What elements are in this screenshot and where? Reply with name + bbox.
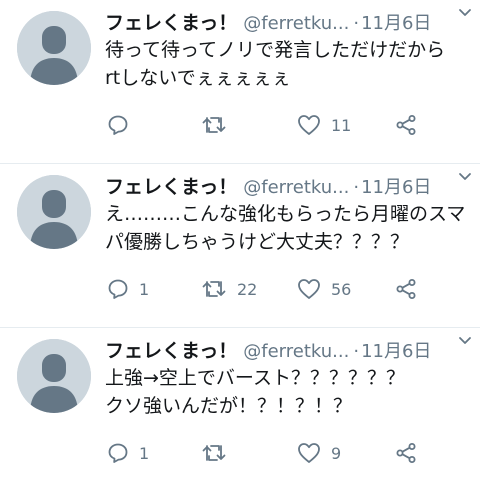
default-profile-avatar <box>17 339 91 413</box>
tweet-text-line: パ優勝しちゃうけど大丈夫？？？？ <box>105 231 410 253</box>
avatar[interactable] <box>17 11 91 85</box>
reply-button[interactable] <box>107 110 139 140</box>
display-name[interactable]: フェレくまっ！ <box>105 176 237 198</box>
separator-dot: · <box>353 13 360 34</box>
share-icon <box>396 115 416 135</box>
share-button[interactable] <box>395 438 417 468</box>
heart-icon <box>298 115 320 135</box>
default-profile-avatar <box>17 11 91 85</box>
heart-icon <box>298 279 320 299</box>
reply-icon <box>108 115 128 135</box>
chevron-down-icon[interactable] <box>458 334 472 348</box>
share-icon <box>396 443 416 463</box>
tweet-actions: 11 <box>105 110 435 140</box>
retweet-icon <box>202 445 226 461</box>
retweet-icon <box>202 281 226 297</box>
heart-icon <box>298 443 320 463</box>
tweet-text-line: クソ強いんだが！？！？！？ <box>105 395 353 417</box>
tweet-feed: フェレくまっ！ @ferretku... · 11月6日 待って待ってノリで発言しただ… <box>0 0 480 493</box>
tweet-header: フェレくまっ！ @ferretku... · 11月6日 <box>105 8 475 34</box>
like-button[interactable]: 56 <box>297 274 351 304</box>
tweet-text-line: 上強→空上でバースト？？？？？？ <box>105 367 405 389</box>
separator-dot: · <box>353 177 360 198</box>
tweet-actions: 1 22 56 <box>105 274 435 304</box>
avatar[interactable] <box>17 175 91 249</box>
tweet[interactable]: フェレくまっ！ @ferretku... · 11月6日 え………こんな強化もらったら… <box>0 164 480 328</box>
tweet[interactable]: フェレくまっ！ @ferretku... · 11月6日 上強→空上でバースト？？？？… <box>0 328 480 492</box>
reply-count: 1 <box>139 279 150 299</box>
avatar[interactable] <box>17 339 91 413</box>
username[interactable]: @ferretku... <box>243 13 349 34</box>
tweet-text-line: rtしないでぇぇぇぇぇ <box>105 67 291 89</box>
retweet-icon <box>202 117 226 133</box>
retweet-button[interactable] <box>201 438 237 468</box>
like-count: 56 <box>331 279 352 299</box>
retweet-button[interactable]: 22 <box>201 274 257 304</box>
tweet-actions: 1 9 <box>105 438 435 468</box>
display-name[interactable]: フェレくまっ！ <box>105 12 237 34</box>
retweet-button[interactable] <box>201 110 237 140</box>
reply-icon <box>108 443 128 463</box>
chevron-down-icon[interactable] <box>458 6 472 20</box>
reply-button[interactable]: 1 <box>107 274 149 304</box>
username[interactable]: @ferretku... <box>243 341 349 362</box>
tweet-text-line: 待って待ってノリで発言しただけだから <box>105 39 446 61</box>
tweet-text: 上強→空上でバースト？？？？？？ クソ強いんだが！？！？！？ <box>105 364 465 420</box>
share-button[interactable] <box>395 274 417 304</box>
like-button[interactable]: 9 <box>297 438 341 468</box>
timestamp[interactable]: 11月6日 <box>361 13 431 34</box>
retweet-count: 22 <box>237 279 258 299</box>
display-name[interactable]: フェレくまっ！ <box>105 340 237 362</box>
share-icon <box>396 279 416 299</box>
default-profile-avatar <box>17 175 91 249</box>
share-button[interactable] <box>395 110 417 140</box>
tweet-header: フェレくまっ！ @ferretku... · 11月6日 <box>105 336 475 362</box>
tweet-text: 待って待ってノリで発言しただけだから rtしないでぇぇぇぇぇ <box>105 36 465 92</box>
reply-count: 1 <box>139 443 150 463</box>
tweet-header: フェレくまっ！ @ferretku... · 11月6日 <box>105 172 475 198</box>
reply-icon <box>108 279 128 299</box>
separator-dot: · <box>353 341 360 362</box>
timestamp[interactable]: 11月6日 <box>361 341 431 362</box>
tweet-text: え………こんな強化もらったら月曜のスマ パ優勝しちゃうけど大丈夫？？？？ <box>105 200 465 256</box>
username[interactable]: @ferretku... <box>243 177 349 198</box>
chevron-down-icon[interactable] <box>458 170 472 184</box>
like-count: 9 <box>331 443 342 463</box>
reply-button[interactable]: 1 <box>107 438 149 468</box>
like-button[interactable]: 11 <box>297 110 351 140</box>
timestamp[interactable]: 11月6日 <box>361 177 431 198</box>
like-count: 11 <box>331 115 352 135</box>
tweet[interactable]: フェレくまっ！ @ferretku... · 11月6日 待って待ってノリで発言しただ… <box>0 0 480 164</box>
tweet-text-line: え………こんな強化もらったら月曜のスマ <box>105 203 466 225</box>
